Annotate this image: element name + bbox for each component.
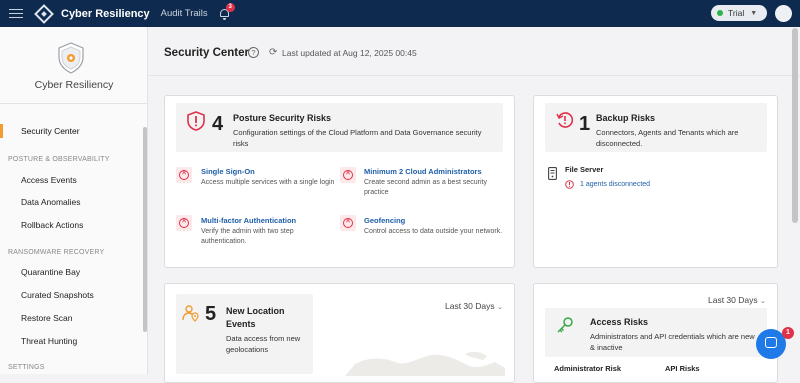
risk-title-sso[interactable]: Single Sign-On — [201, 167, 255, 176]
location-person-icon — [182, 305, 199, 322]
notification-bell-icon[interactable]: 3 — [219, 2, 235, 20]
world-map — [345, 351, 505, 376]
access-risks-card: Last 30 Days ⌄ Access Risks Administrato… — [533, 283, 778, 383]
file-server-title: File Server — [565, 165, 604, 174]
location-range-dropdown[interactable]: Last 30 Days ⌄ — [445, 301, 503, 311]
refresh-icon[interactable]: ⟳ — [269, 47, 277, 58]
backup-card-desc: Connectors, Agents and Tenants which are… — [596, 128, 739, 148]
chevron-down-icon: ▼ — [750, 9, 758, 17]
menu-icon[interactable] — [9, 8, 23, 19]
posture-risk-count: 4 — [212, 113, 224, 135]
sidebar-item-curated-snapshots[interactable]: Curated Snapshots — [21, 290, 94, 300]
sidebar-item-threat-hunting[interactable]: Threat Hunting — [21, 336, 77, 346]
risk-title-mfa[interactable]: Multi-factor Authentication — [201, 216, 296, 225]
status-dot-icon — [717, 10, 723, 16]
sidebar-brand: Cyber Resiliency — [34, 79, 114, 91]
posture-card-desc: Configuration settings of the Cloud Plat… — [233, 128, 482, 148]
location-range-label: Last 30 Days — [445, 301, 495, 311]
backup-card-title: Backup Risks — [596, 113, 656, 123]
access-range-dropdown[interactable]: Last 30 Days ⌄ — [708, 295, 766, 305]
api-risks-heading: API Risks — [665, 364, 700, 373]
sidebar: Cyber Resiliency Security Center POSTURE… — [0, 27, 148, 374]
risk-x-icon: ✕ — [176, 167, 192, 183]
risk-title-min-admins[interactable]: Minimum 2 Cloud Administrators — [364, 167, 482, 176]
access-range-label: Last 30 Days — [708, 295, 758, 305]
user-avatar[interactable] — [775, 5, 792, 22]
trial-label: Trial — [728, 8, 745, 18]
administrator-risk-heading: Administrator Risk — [554, 364, 622, 373]
shield-logo-icon — [58, 42, 84, 74]
location-event-count: 5 — [205, 303, 217, 325]
sidebar-scrollbar[interactable] — [143, 127, 147, 332]
risk-desc-geofencing: Control access to data outside your netw… — [364, 228, 503, 235]
trial-status-dropdown[interactable]: Trial ▼ — [711, 5, 767, 21]
location-events-card: 5 New Location Events Data access from n… — [164, 283, 515, 383]
chevron-down-icon: ⌄ — [760, 298, 766, 305]
sidebar-item-quarantine-bay[interactable]: Quarantine Bay — [21, 267, 80, 277]
divider — [148, 75, 800, 76]
chat-badge: 1 — [782, 327, 794, 339]
location-card-desc: Data access from new geolocations — [226, 334, 301, 354]
active-indicator — [0, 124, 3, 138]
sidebar-section-ransomware: RANSOMWARE RECOVERY — [8, 249, 105, 256]
access-card-desc: Administrators and API credentials which… — [590, 332, 755, 352]
risk-desc-mfa: Verify the admin with two step authentic… — [201, 228, 294, 245]
risk-desc-sso: Access multiple services with a single l… — [201, 179, 335, 186]
sidebar-section-posture: POSTURE & OBSERVABILITY — [8, 156, 110, 163]
posture-risks-card: 4 Posture Security Risks Configuration s… — [164, 95, 515, 268]
sidebar-item-access-events[interactable]: Access Events — [21, 175, 77, 185]
app-logo-icon — [34, 3, 54, 24]
backup-risks-card: 1 Backup Risks Connectors, Agents and Te… — [533, 95, 778, 268]
last-updated-text: Last updated at Aug 12, 2025 00:45 — [282, 48, 417, 58]
sidebar-item-rollback-actions[interactable]: Rollback Actions — [21, 220, 83, 230]
backup-risk-count: 1 — [579, 113, 591, 135]
notification-count-badge: 3 — [225, 2, 235, 12]
shield-alert-icon — [187, 111, 205, 131]
chevron-down-icon: ⌄ — [497, 304, 503, 311]
sidebar-section-settings: SETTINGS — [8, 364, 45, 371]
agents-disconnected-link[interactable]: 1 agents disconnected — [580, 181, 650, 188]
backup-alert-icon — [556, 112, 574, 128]
sidebar-item-security-center[interactable]: Security Center — [21, 126, 80, 136]
sidebar-item-data-anomalies[interactable]: Data Anomalies — [21, 197, 81, 207]
access-card-title: Access Risks — [590, 317, 649, 327]
warning-circle-icon — [565, 180, 574, 189]
help-icon[interactable]: ? — [248, 47, 259, 58]
app-title: Cyber Resiliency — [61, 7, 150, 20]
chat-icon — [765, 337, 777, 348]
risk-x-icon: ✕ — [176, 215, 192, 231]
risk-x-icon: ✕ — [340, 215, 356, 231]
top-bar: Cyber Resiliency Audit Trails 3 — [0, 0, 800, 27]
posture-card-title: Posture Security Risks — [233, 113, 332, 123]
location-card-title: New Location Events — [226, 306, 285, 329]
key-icon — [557, 317, 573, 333]
page-scrollbar[interactable] — [792, 28, 798, 223]
risk-title-geofencing[interactable]: Geofencing — [364, 216, 405, 225]
divider — [0, 103, 148, 104]
server-icon — [548, 167, 557, 180]
page-title: Security Center — [164, 47, 250, 59]
risk-desc-min-admins: Create second admin as a best security p… — [364, 179, 487, 196]
risk-x-icon: ✕ — [340, 167, 356, 183]
sidebar-item-restore-scan[interactable]: Restore Scan — [21, 313, 73, 323]
audit-trails-link[interactable]: Audit Trails — [161, 8, 208, 19]
